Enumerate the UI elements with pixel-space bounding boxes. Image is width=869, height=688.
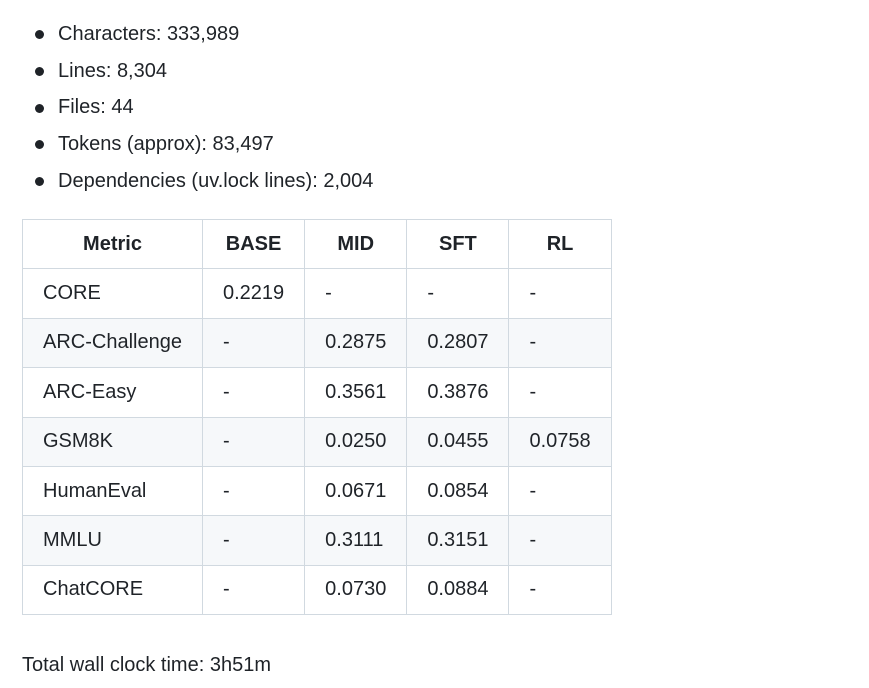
table-header-row: Metric BASE MID SFT RL: [22, 218, 612, 270]
table-cell: -: [201, 317, 306, 369]
table-cell: -: [201, 367, 306, 418]
table-cell: -: [304, 268, 408, 319]
stat-value: 44: [111, 96, 134, 119]
table-row: CORE 0.2219 - - -: [22, 268, 612, 319]
table-cell: 0.0854: [406, 465, 510, 517]
bullet-icon: [35, 67, 44, 77]
column-header-sft: SFT: [406, 218, 510, 270]
table-cell: -: [406, 268, 510, 319]
stat-item-lines: Lines: 8,304: [22, 53, 373, 90]
table-cell: ChatCORE: [22, 564, 203, 616]
stat-label: Tokens (approx): [58, 133, 202, 156]
table-cell: 0.3151: [406, 515, 510, 566]
table-row: ChatCORE - 0.0730 0.0884 -: [22, 564, 612, 616]
table-cell: -: [201, 515, 306, 566]
column-header-metric: Metric: [22, 218, 203, 270]
stat-value: 2,004: [323, 169, 374, 192]
bullet-icon: [35, 30, 44, 40]
table-cell: -: [201, 564, 306, 616]
table-cell: -: [201, 416, 306, 467]
table-cell: 0.0730: [304, 564, 408, 616]
table-cell: 0.0884: [406, 564, 510, 616]
table-cell: 0.3561: [304, 367, 408, 418]
stat-label: Characters: [58, 23, 156, 45]
table-cell: -: [508, 317, 612, 369]
table-row: ARC-Challenge - 0.2875 0.2807 -: [22, 317, 612, 369]
table-row: ARC-Easy - 0.3561 0.3876 -: [22, 367, 612, 418]
column-header-base: BASE: [201, 218, 306, 270]
stat-item-dependencies: Dependencies (uv.lock lines): 2,004: [22, 163, 373, 200]
table-cell: 0.0250: [304, 416, 408, 467]
table-row: HumanEval - 0.0671 0.0854 -: [22, 465, 612, 517]
table-cell: CORE: [22, 268, 203, 319]
stat-value: 83,497: [212, 133, 274, 156]
table-cell: -: [508, 465, 612, 517]
table-cell: GSM8K: [22, 416, 203, 467]
bullet-icon: [35, 140, 44, 150]
table-cell: HumanEval: [22, 465, 203, 517]
table-row: MMLU - 0.3111 0.3151 -: [22, 515, 612, 566]
stat-label: Files: [58, 96, 101, 119]
table-cell: -: [508, 268, 612, 319]
table-cell: 0.0671: [304, 465, 408, 517]
stat-value: 8,304: [116, 59, 167, 82]
column-header-rl: RL: [508, 218, 612, 270]
stat-item-characters: Characters: 333,989: [22, 16, 373, 53]
footer-label: Total wall clock time: [22, 654, 199, 676]
table-cell: -: [508, 564, 612, 616]
stat-label: Dependencies (uv.lock lines): [58, 169, 313, 192]
table-cell: -: [508, 515, 612, 566]
table-cell: -: [508, 367, 612, 418]
table-cell: ARC-Challenge: [22, 317, 203, 369]
stat-label: Lines: [58, 59, 106, 82]
table-cell: 0.2219: [201, 268, 306, 319]
table-cell: 0.3876: [406, 367, 510, 418]
metrics-table: Metric BASE MID SFT RL CORE 0.2219 - - -…: [22, 218, 612, 616]
table-cell: 0.3111: [304, 515, 408, 566]
column-header-mid: MID: [304, 218, 408, 270]
stat-item-files: Files: 44: [22, 89, 373, 126]
footer-value: 3h51m: [209, 654, 271, 676]
total-wall-clock-time: Total wall clock time: 3h51m: [22, 654, 271, 676]
table-row: GSM8K - 0.0250 0.0455 0.0758: [22, 416, 612, 467]
bullet-icon: [35, 177, 44, 187]
table-cell: -: [201, 465, 306, 517]
table-cell: 0.0758: [508, 416, 612, 467]
table-cell: 0.2807: [406, 317, 510, 369]
bullet-icon: [35, 103, 44, 113]
stat-item-tokens: Tokens (approx): 83,497: [22, 126, 373, 163]
stats-list: Characters: 333,989 Lines: 8,304 Files: …: [22, 16, 373, 199]
table-cell: 0.0455: [406, 416, 510, 467]
table-cell: ARC-Easy: [22, 367, 203, 418]
stat-value: 333,989: [166, 23, 240, 45]
table-cell: MMLU: [22, 515, 203, 566]
table-cell: 0.2875: [304, 317, 408, 369]
